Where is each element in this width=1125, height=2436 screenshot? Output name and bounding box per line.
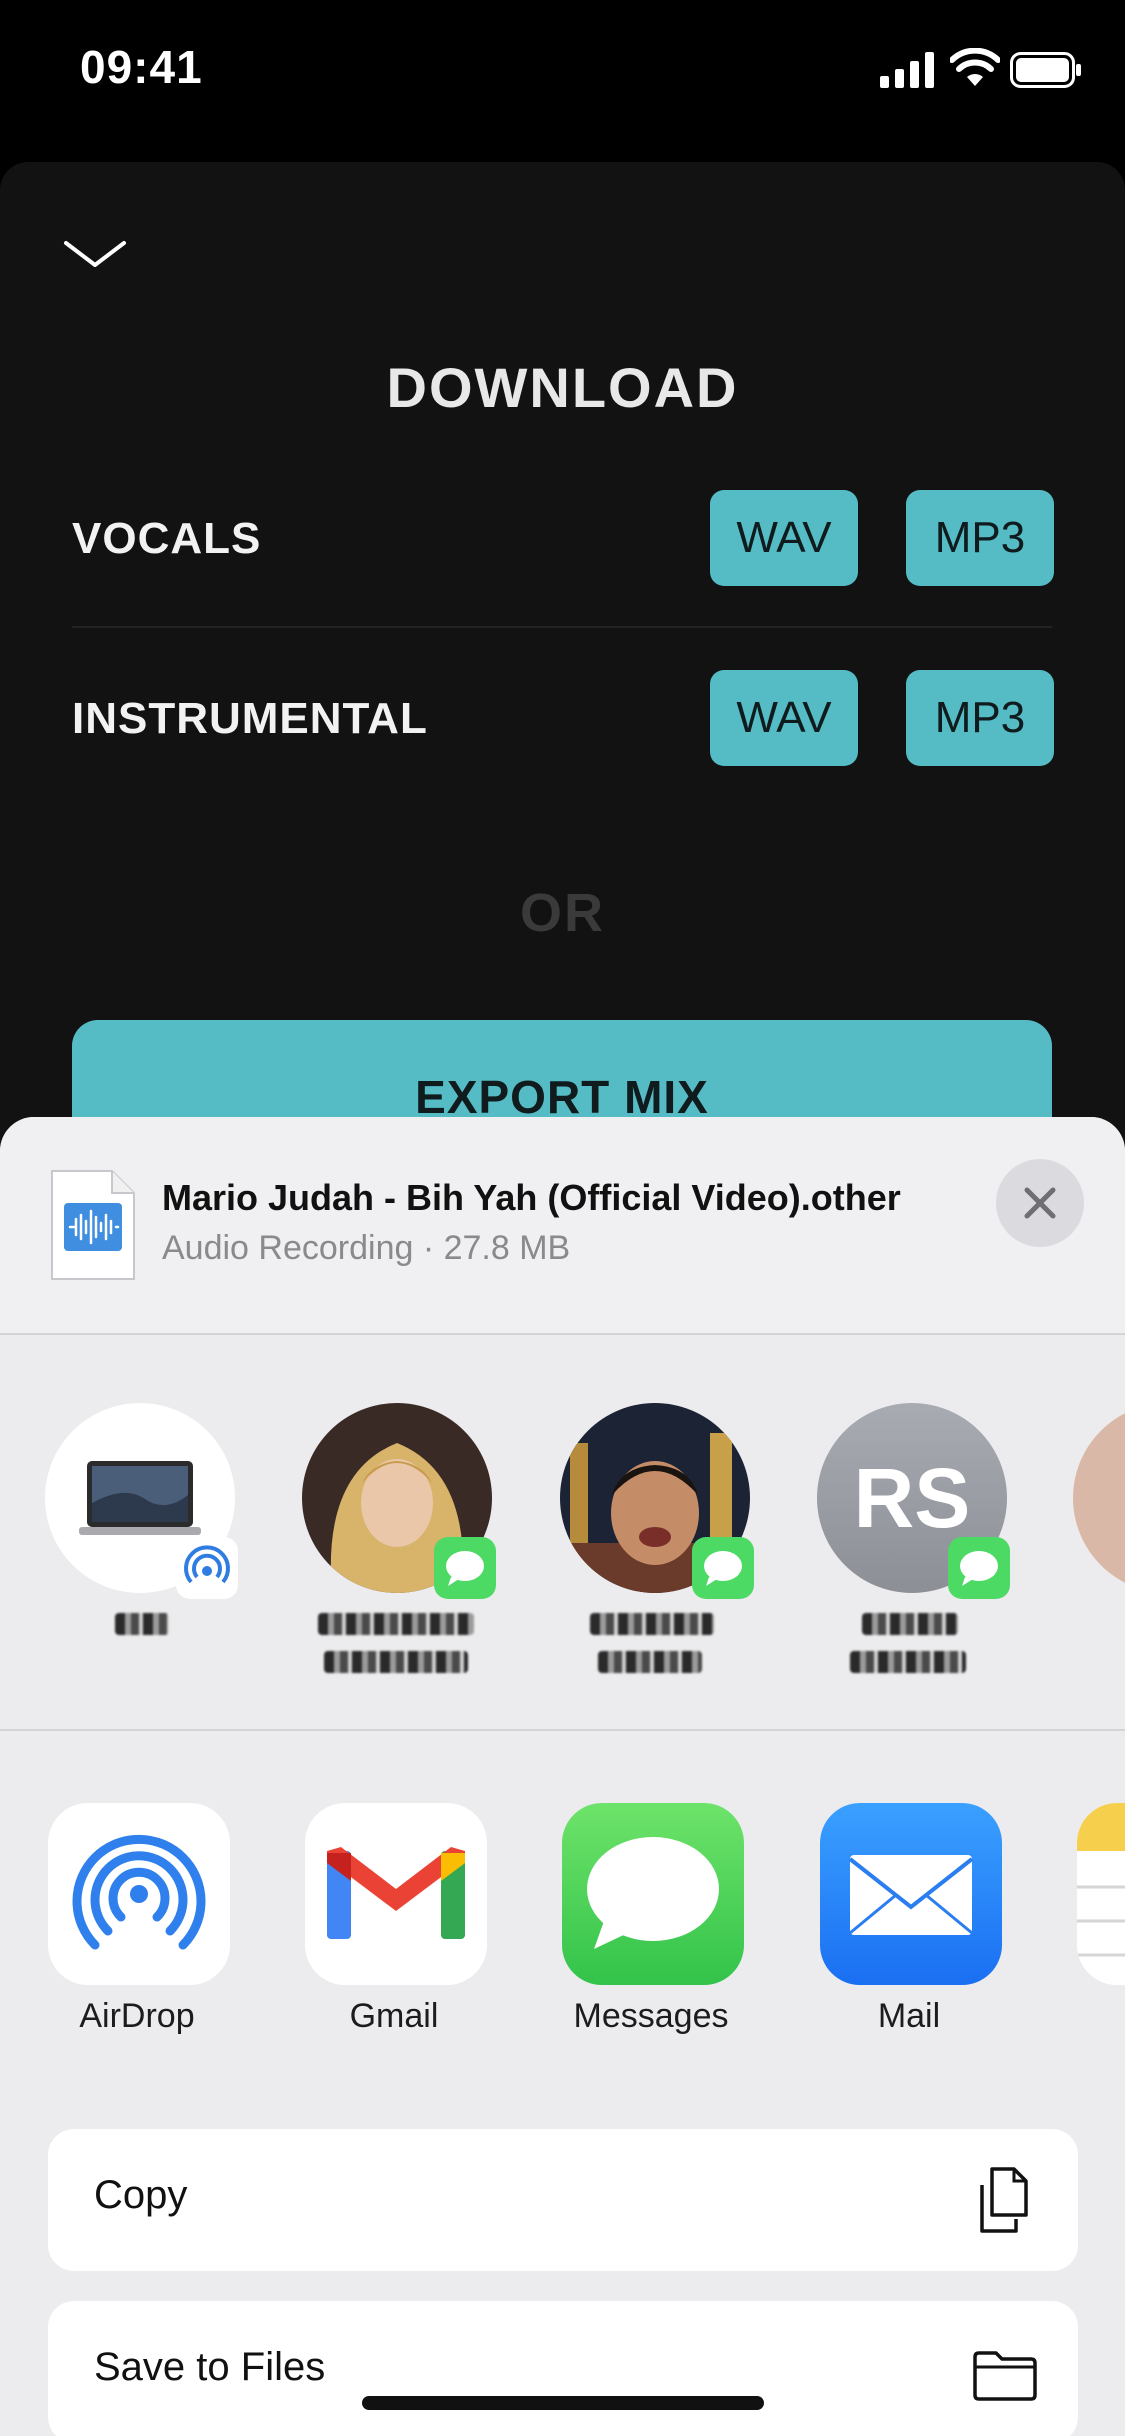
cellular-signal-icon [880,52,934,88]
message-badge-icon [692,1537,754,1599]
messages-label: Messages [573,1997,729,2035]
share-sheet: Mario Judah - Bih Yah (Official Video).o… [0,1117,1125,2436]
instrumental-wav-button[interactable]: WAV [710,670,858,766]
status-bar: 09:41 [0,0,1125,140]
notes-app-partial[interactable] [1077,1803,1125,1985]
close-button[interactable] [996,1159,1084,1247]
contact-name-redacted [115,1613,169,1635]
vocals-wav-button[interactable]: WAV [710,490,858,586]
audio-file-icon [51,1170,135,1280]
status-time: 09:41 [80,41,203,93]
share-header: Mario Judah - Bih Yah (Official Video).o… [0,1117,1125,1335]
file-meta: Audio Recording · 27.8 MB [162,1229,571,1267]
instrumental-mp3-button[interactable]: MP3 [906,670,1054,766]
mail-icon [848,1855,974,1935]
gmail-icon [327,1847,465,1939]
gmail-app[interactable] [305,1803,487,1985]
contact-avatar-partial[interactable] [1073,1403,1125,1593]
mail-label: Mail [877,1997,941,2035]
battery-icon [1010,52,1081,88]
save-to-files-label: Save to Files [94,2345,326,2389]
folder-icon [973,2351,1037,2401]
or-separator: OR [520,883,605,943]
save-to-files-action[interactable]: Save to Files [48,2301,1078,2436]
gmail-label: Gmail [349,1997,439,2035]
close-icon [1024,1187,1056,1219]
contact-name-redacted [590,1613,714,1635]
contact-name-redacted [862,1613,958,1635]
chevron-down-icon[interactable] [62,235,128,275]
messages-icon [587,1837,719,1949]
airdrop-badge-icon [176,1537,238,1599]
file-name: Mario Judah - Bih Yah (Official Video).o… [162,1177,901,1218]
contact-initials: RS [853,1450,971,1545]
contact-name-redacted [850,1651,966,1673]
mail-app[interactable] [820,1803,1002,1985]
messages-app[interactable] [562,1803,744,1985]
home-indicator [362,2396,764,2410]
contact-name-redacted [324,1651,468,1673]
message-badge-icon [434,1537,496,1599]
airdrop-label: AirDrop [79,1997,195,2035]
contact-name-redacted [598,1651,702,1673]
copy-icon [980,2167,1028,2233]
header-divider [0,1333,1125,1335]
copy-action[interactable]: Copy [48,2129,1078,2271]
airdrop-app[interactable] [48,1803,230,1985]
notes-icon [1077,1803,1125,1957]
instrumental-label: INSTRUMENTAL [72,694,428,743]
message-badge-icon [948,1537,1010,1599]
copy-label: Copy [94,2173,188,2217]
vocals-label: VOCALS [72,514,262,563]
download-title: DOWNLOAD [386,356,739,419]
row-divider [72,626,1052,628]
airdrop-icon [72,1834,206,1950]
vocals-mp3-button[interactable]: MP3 [906,490,1054,586]
wifi-icon [950,48,1000,86]
contact-name-redacted [318,1613,474,1635]
contacts-divider [0,1729,1125,1731]
